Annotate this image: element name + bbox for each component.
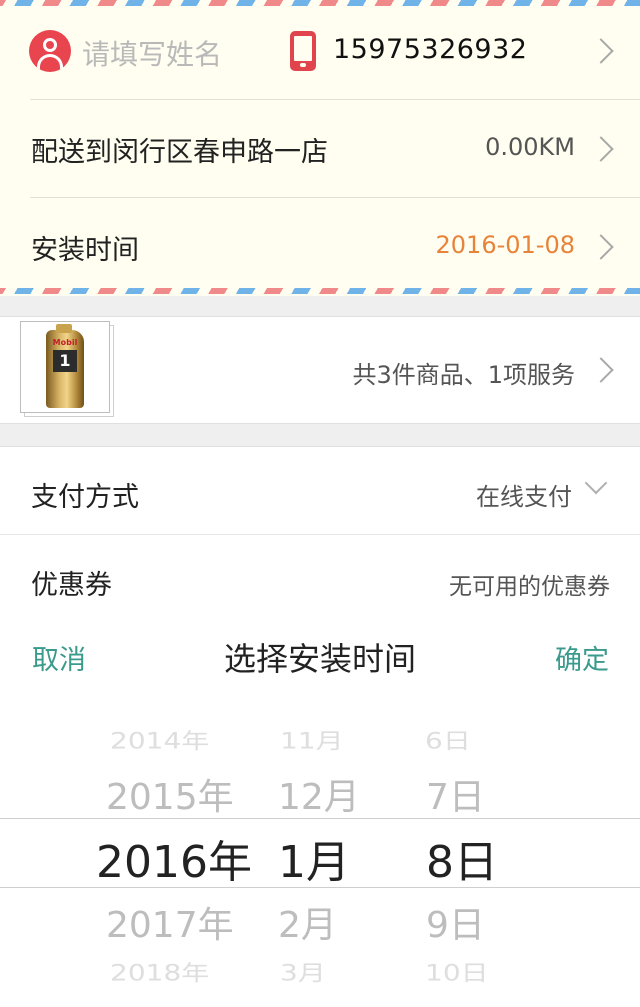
day-option[interactable]: 10日: [425, 956, 489, 987]
install-time-label: 安装时间: [31, 235, 139, 266]
user-icon: [29, 30, 71, 72]
month-option[interactable]: 12月: [278, 768, 360, 820]
product-brand: Mobil: [52, 338, 78, 347]
year-option[interactable]: 2015年: [106, 768, 234, 820]
delivery-store-label: 配送到闵行区春申路一店: [31, 137, 328, 168]
year-selected[interactable]: 2016年: [96, 826, 252, 890]
phone-icon: [290, 31, 316, 71]
confirm-button[interactable]: 确定: [555, 638, 609, 677]
name-input[interactable]: 请填写姓名: [82, 33, 222, 73]
product-number: 1: [53, 350, 77, 372]
coupon-label: 优惠券: [31, 570, 112, 601]
year-option[interactable]: 2018年: [110, 956, 209, 987]
day-option[interactable]: 6日: [425, 724, 471, 755]
payment-method-value: 在线支付: [476, 483, 572, 511]
airmail-border-bottom: [0, 288, 640, 294]
chevron-right-icon: [588, 38, 614, 64]
install-time-picker: 取消 选择安装时间 确定 2014年 2015年 2016年 2017年 201…: [0, 616, 640, 1007]
install-time-row[interactable]: 安装时间 2016-01-08: [0, 198, 640, 296]
month-option[interactable]: 2月: [278, 896, 337, 948]
payment-method-row[interactable]: 支付方式 在线支付: [0, 446, 640, 534]
coupon-value: 无可用的优惠券: [449, 574, 610, 600]
store-distance: 0.00KM: [485, 133, 575, 161]
product-thumbnail: Mobil 1: [20, 321, 110, 413]
address-card: 请填写姓名 15975326932 配送到闵行区春申路一店 0.00KM 安装时…: [0, 0, 640, 296]
goods-summary-row[interactable]: Mobil 1 共3件商品、1项服务: [0, 316, 640, 424]
year-option[interactable]: 2014年: [110, 724, 209, 755]
chevron-right-icon: [588, 136, 614, 162]
picker-title: 选择安装时间: [223, 640, 416, 678]
chevron-down-icon: [584, 471, 608, 495]
oil-bottle-image: Mobil 1: [46, 324, 84, 408]
contact-row[interactable]: 请填写姓名 15975326932: [0, 2, 640, 100]
month-option[interactable]: 3月: [280, 956, 326, 987]
coupon-row[interactable]: 优惠券 无可用的优惠券: [0, 534, 640, 624]
day-option[interactable]: 9日: [426, 896, 485, 948]
phone-number: 15975326932: [333, 34, 528, 65]
day-selected[interactable]: 8日: [426, 826, 498, 890]
month-selected[interactable]: 1月: [278, 826, 350, 890]
day-option[interactable]: 7日: [426, 768, 485, 820]
payment-method-label: 支付方式: [31, 482, 139, 513]
goods-count: 共3件商品、1项服务: [352, 361, 575, 389]
delivery-store-row[interactable]: 配送到闵行区春申路一店 0.00KM: [0, 100, 640, 198]
month-option[interactable]: 11月: [280, 724, 344, 755]
chevron-right-icon: [588, 357, 614, 383]
year-option[interactable]: 2017年: [106, 896, 234, 948]
chevron-right-icon: [588, 234, 614, 260]
install-time-value: 2016-01-08: [435, 231, 575, 259]
